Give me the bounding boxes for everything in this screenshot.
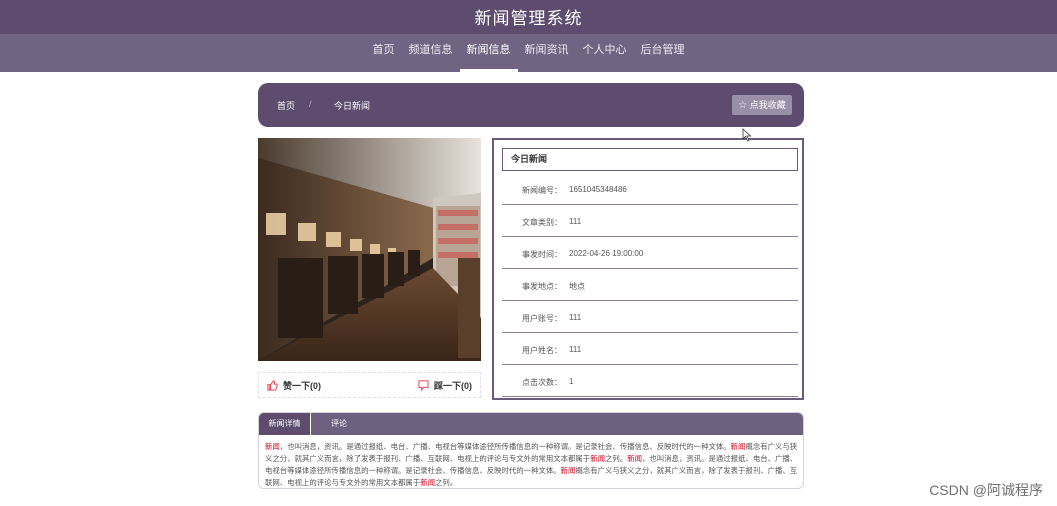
info-label: 点击次数： [522, 378, 562, 387]
nav-item-personal-center[interactable]: 个人中心 [576, 34, 634, 72]
site-title: 新闻管理系统 [474, 9, 583, 28]
thumbs-up-icon [267, 380, 278, 391]
news-info-panel: 今日新闻 新闻编号： 1651045348486 文章类别： 111 事发时间：… [492, 138, 804, 400]
info-label: 事发时间： [522, 250, 562, 259]
info-value: 111 [569, 345, 582, 354]
info-row-user-account: 用户账号： 111 [502, 301, 798, 333]
nav-item-news-feed[interactable]: 新闻资讯 [518, 34, 576, 72]
body-text: 之列。 [435, 478, 458, 487]
info-row-user-name: 用户姓名： 111 [502, 333, 798, 365]
like-label: 赞一下(0) [283, 381, 321, 391]
info-label: 文章类别： [522, 218, 562, 227]
info-value: 111 [569, 313, 582, 322]
info-label: 用户姓名： [522, 346, 562, 355]
nav-item-home[interactable]: 首页 [366, 34, 402, 72]
breadcrumb-current: 今日新闻 [334, 101, 371, 111]
news-photo [258, 138, 481, 361]
info-row-click-count: 点击次数： 1 [502, 365, 798, 397]
info-panel-title: 今日新闻 [502, 148, 798, 171]
keyword: 新闻 [590, 454, 605, 463]
mouse-cursor-icon [742, 128, 752, 142]
nav-item-channel-info[interactable]: 频道信息 [402, 34, 460, 72]
tabs-bar: 新闻详情 评论 [259, 413, 803, 435]
info-row-location: 事发地点： 地点 [502, 269, 798, 301]
main-navigation: 首页 频道信息 新闻信息 新闻资讯 个人中心 后台管理 [0, 34, 1057, 72]
news-body-text: 新闻，也叫消息，资讯。是通过报纸、电台、广播、电视台等媒体途径所传播信息的一种称… [265, 441, 799, 488]
body-text: 之列。 [605, 454, 628, 463]
vote-bar: 赞一下(0) 踩一下(0) [258, 372, 481, 398]
info-value: 1651045348486 [569, 185, 627, 194]
info-row-category: 文章类别： 111 [502, 205, 798, 237]
breadcrumb-separator: / [309, 99, 312, 109]
nav-item-news-info[interactable]: 新闻信息 [459, 34, 518, 72]
nav-item-admin[interactable]: 后台管理 [634, 34, 692, 72]
library-interior-image [258, 138, 481, 361]
dislike-label: 踩一下(0) [434, 381, 472, 391]
tab-comments[interactable]: 评论 [319, 413, 359, 435]
info-row-event-time: 事发时间： 2022-04-26 19:00:00 [502, 237, 798, 269]
body-text: ，也叫消息，资讯。是通过报纸、电台、广播、电视台等媒体途径所传播信息的一种称谓。… [279, 442, 731, 451]
info-value: 111 [569, 217, 582, 226]
info-value: 地点 [569, 282, 585, 291]
info-label: 新闻编号： [522, 186, 562, 195]
top-header: 新闻管理系统 [0, 0, 1057, 34]
keyword: 新闻 [420, 478, 436, 487]
keyword: 新闻 [627, 454, 642, 463]
thumbs-down-icon [418, 380, 429, 391]
breadcrumb: 首页 / 今日新闻 ☆ 点我收藏 [258, 83, 804, 127]
watermark: CSDN @阿诚程序 [929, 482, 1043, 498]
dislike-button[interactable]: 踩一下(0) [418, 379, 472, 392]
favorite-label: 点我收藏 [749, 100, 786, 110]
info-row-news-id: 新闻编号： 1651045348486 [502, 173, 798, 205]
like-button[interactable]: 赞一下(0) [267, 379, 321, 392]
breadcrumb-home[interactable]: 首页 [277, 99, 295, 112]
info-value: 2022-04-26 19:00:00 [569, 249, 644, 258]
detail-tabs: 新闻详情 评论 新闻，也叫消息，资讯。是通过报纸、电台、广播、电视台等媒体途径所… [258, 412, 804, 489]
info-label: 事发地点： [522, 282, 562, 291]
keyword: 新闻 [730, 442, 746, 451]
tab-news-detail[interactable]: 新闻详情 [259, 413, 311, 435]
info-label: 用户账号： [522, 314, 562, 323]
star-icon: ☆ [738, 100, 748, 111]
info-value: 1 [569, 377, 574, 386]
favorite-button[interactable]: ☆ 点我收藏 [732, 95, 792, 115]
keyword: 新闻 [265, 442, 280, 451]
keyword: 新闻 [560, 466, 576, 475]
